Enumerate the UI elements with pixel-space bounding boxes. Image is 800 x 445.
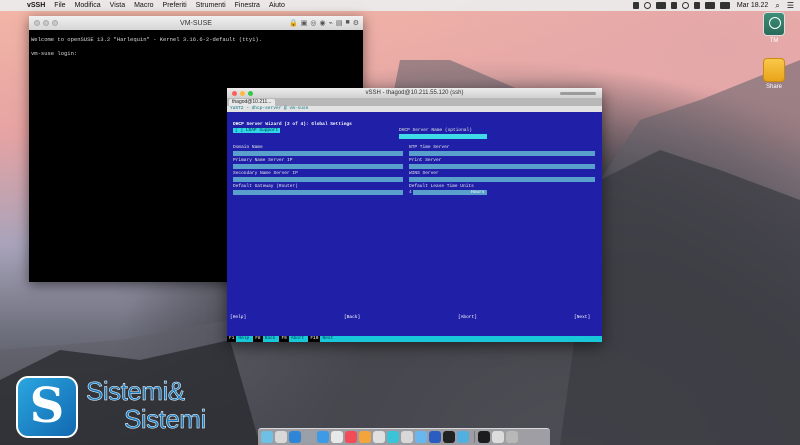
gateway-label: Default Gateway (Router): [233, 184, 298, 189]
menu-edit[interactable]: Modifica: [75, 2, 101, 9]
notification-center-icon[interactable]: ☰: [787, 1, 794, 10]
abort-button[interactable]: [Abort]: [458, 315, 477, 320]
console-line: Welcome to openSUSE 13.2 "Harlequin" - K…: [31, 36, 263, 43]
volume-icon[interactable]: [704, 2, 715, 9]
dock-app-icon[interactable]: [415, 431, 427, 443]
wins-server-field[interactable]: [409, 177, 595, 182]
dock-app-icon[interactable]: [478, 431, 490, 443]
menu-help[interactable]: Aiuto: [269, 2, 285, 9]
fkey[interactable]: F9: [279, 336, 289, 342]
terminal-screen[interactable]: DHCP Server Wizard (2 of 4): Global Sett…: [227, 112, 602, 342]
time-machine-drive-icon: [763, 12, 785, 36]
dock-app-icon[interactable]: [303, 431, 315, 443]
ntp-server-label: NTP Time Server: [409, 145, 450, 150]
dock-app-icon[interactable]: [331, 431, 343, 443]
menu-app-name[interactable]: vSSH: [27, 2, 45, 9]
back-button[interactable]: [Back]: [344, 315, 360, 320]
sistemi-logo: S Sistemi& Sistemi: [16, 376, 216, 440]
dock-app-icon[interactable]: [443, 431, 455, 443]
dock-app-icon[interactable]: [275, 431, 287, 443]
menu-file[interactable]: File: [54, 2, 65, 9]
function-key-bar: F1 Help F8 Back F9 Abort F10 Next: [227, 336, 602, 342]
primary-dns-label: Primary Name Server IP: [233, 158, 293, 163]
dock-app-icon[interactable]: [457, 431, 469, 443]
gateway-field[interactable]: [233, 190, 403, 195]
menu-macro[interactable]: Macro: [134, 2, 153, 9]
dock-app-icon[interactable]: [387, 431, 399, 443]
next-button[interactable]: [Next]: [574, 315, 590, 320]
dock-app-icon[interactable]: [289, 431, 301, 443]
server-name-field[interactable]: [399, 134, 487, 139]
dock-app-icon[interactable]: [359, 431, 371, 443]
battery-icon[interactable]: [719, 2, 730, 9]
logo-text-line2: Sistemi: [124, 404, 207, 435]
time-machine-icon[interactable]: [681, 2, 689, 9]
wizard-heading: DHCP Server Wizard (2 of 4): Global Sett…: [233, 122, 352, 127]
ntp-server-field[interactable]: [409, 151, 595, 156]
ssh-window-titlebar[interactable]: vSSH - thagod@10.211.55.120 (ssh): [227, 88, 602, 98]
dock-app-icon[interactable]: [506, 431, 518, 443]
fkey[interactable]: F8: [253, 336, 263, 342]
ssh-session-tab[interactable]: thagod@10.211...: [229, 99, 275, 106]
ldap-support-checkbox[interactable]: [ ] LDAP Support: [233, 128, 281, 133]
ssh-window-title: vSSH - thagod@10.211.55.120 (ssh): [365, 90, 464, 96]
desktop-icon-share[interactable]: Share: [752, 58, 796, 90]
lease-unit-select[interactable]: Hours: [469, 190, 487, 195]
lease-time-field[interactable]: [413, 190, 469, 195]
wins-server-label: WINS Server: [409, 171, 439, 176]
fkey-label: Help: [238, 336, 250, 341]
print-server-field[interactable]: [409, 164, 595, 169]
dock-app-icon[interactable]: [261, 431, 273, 443]
lease-time-label: Default Lease Time Units: [409, 184, 474, 189]
ssh-window[interactable]: vSSH - thagod@10.211.55.120 (ssh) thagod…: [227, 88, 602, 342]
server-name-label: DHCP Server Name (optional): [399, 128, 472, 133]
vm-window-titlebar[interactable]: VM-SUSE 🔒 ▣ ◎ ◉ ⌁ ▤ ■ ⚙: [29, 16, 363, 30]
secondary-dns-field[interactable]: [233, 177, 403, 182]
lease-time-value[interactable]: 4: [409, 190, 412, 195]
sync-icon[interactable]: [643, 2, 651, 9]
menu-window[interactable]: Finestra: [235, 2, 260, 9]
desktop-icon-tm[interactable]: TM: [752, 12, 796, 44]
dock-separator: [474, 431, 475, 443]
domain-name-label: Domain Name: [233, 145, 263, 150]
dock-app-icon[interactable]: [373, 431, 385, 443]
secondary-dns-label: Secondary Name Server IP: [233, 171, 298, 176]
primary-dns-field[interactable]: [233, 164, 403, 169]
status-area: Mar 18.22 ⌕ ☰: [628, 1, 800, 11]
external-drive-icon: [763, 58, 785, 82]
help-button[interactable]: [Help]: [230, 315, 246, 320]
fkey[interactable]: F1: [227, 336, 237, 342]
menu-clock[interactable]: Mar 18.22: [737, 2, 769, 9]
wifi-icon[interactable]: [693, 2, 700, 9]
dock-app-icon[interactable]: [429, 431, 441, 443]
display-icon[interactable]: [655, 2, 666, 9]
print-server-label: Print Server: [409, 158, 442, 163]
dock-app-icon[interactable]: [401, 431, 413, 443]
menu-tools[interactable]: Strumenti: [196, 2, 226, 9]
fkey[interactable]: F10: [308, 336, 321, 342]
menu-favorites[interactable]: Preferiti: [163, 2, 187, 9]
ssh-tab-bar: thagod@10.211...: [227, 98, 602, 106]
menu-bar: vSSH File Modifica Vista Macro Preferiti…: [0, 0, 800, 11]
dock-app-icon[interactable]: [492, 431, 504, 443]
vm-console-output[interactable]: Welcome to openSUSE 13.2 "Harlequin" - K…: [29, 30, 363, 63]
menu-view[interactable]: Vista: [110, 2, 125, 9]
logo-text-line1: Sistemi&: [86, 376, 186, 407]
console-line: vm-suse login:: [31, 50, 78, 57]
desktop-icon-label: TM: [769, 38, 779, 44]
domain-name-field[interactable]: [233, 151, 403, 156]
vm-window-title: VM-SUSE: [180, 19, 212, 27]
fkey-label: Abort: [290, 336, 305, 341]
dock-app-icon[interactable]: [345, 431, 357, 443]
status-icon[interactable]: [632, 2, 639, 9]
dock-app-icon[interactable]: [317, 431, 329, 443]
bluetooth-icon[interactable]: [670, 2, 677, 9]
spotlight-search-icon[interactable]: ⌕: [775, 1, 779, 11]
fkey-label: Next: [322, 336, 334, 341]
logo-mark-icon: S: [16, 376, 78, 438]
fkey-label: Back: [264, 336, 276, 341]
dock: [258, 428, 550, 445]
desktop-icon-label: Share: [765, 84, 782, 90]
